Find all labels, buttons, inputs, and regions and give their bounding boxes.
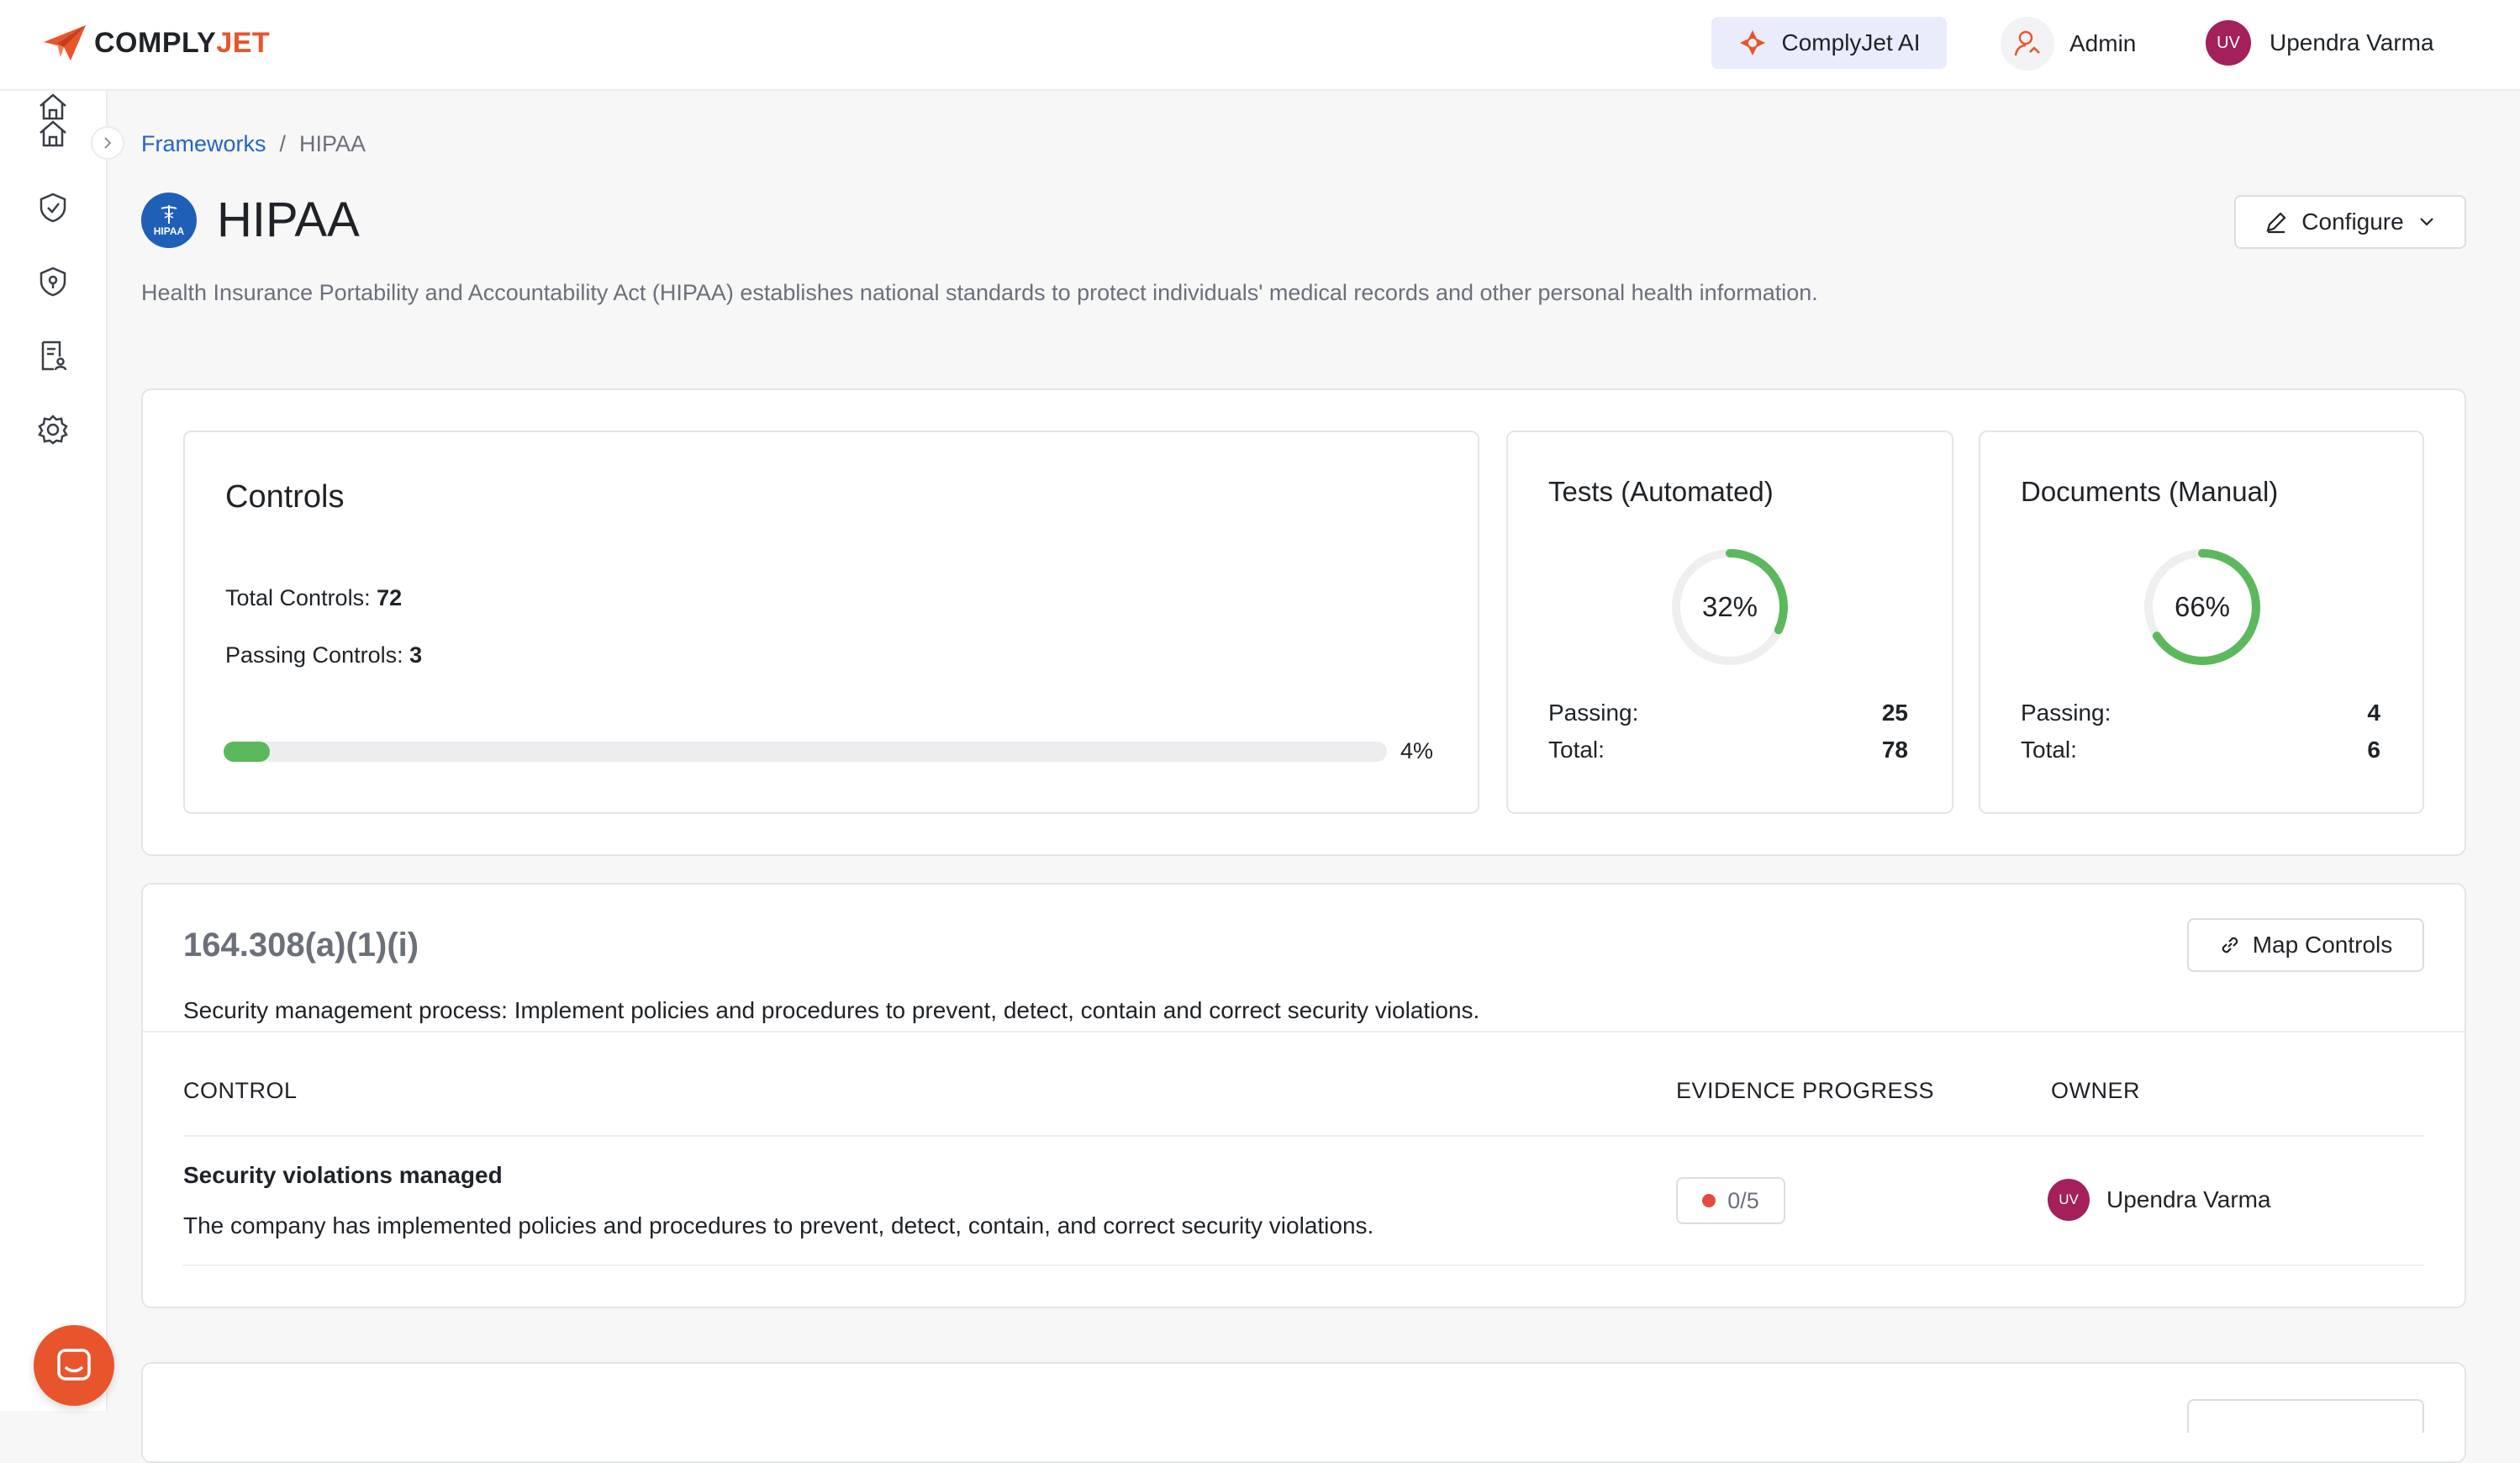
caduceus-icon [161,204,177,224]
map-controls-button[interactable]: Map Controls [2187,918,2424,972]
table-header-divider [183,1135,2424,1137]
controls-progress-fill [224,742,271,762]
hipaa-badge: HIPAA [141,192,197,248]
chevron-down-icon [2419,218,2433,226]
admin-menu[interactable]: Admin [2001,17,2136,71]
total-controls: Total Controls: 72 [225,585,403,610]
link-icon [2222,937,2238,953]
tests-progress-ring: 32% [1668,545,1792,669]
documents-passing-row: Passing: 4 [2021,700,2380,726]
hipaa-badge-text: HIPAA [153,224,185,237]
user-menu[interactable]: UV Upendra Varma [2206,20,2434,66]
tests-total-row: Total: 78 [1548,737,1908,763]
status-dot [1702,1194,1716,1207]
breadcrumb: Frameworks / HIPAA [141,131,366,157]
breadcrumb-separator: / [279,131,287,156]
chat-support-button[interactable] [34,1325,114,1406]
breadcrumb-current: HIPAA [299,131,366,156]
top-bar: COMPLYJET ComplyJet AI Admin UV Upendra … [0,0,2520,91]
breadcrumb-frameworks-link[interactable]: Frameworks [141,131,266,157]
next-map-controls-button[interactable] [2187,1399,2424,1433]
controls-progress-bar [224,742,1387,762]
paper-plane-icon [44,25,86,61]
tests-passing-row: Passing: 25 [1548,700,1908,726]
control-owner[interactable]: UV Upendra Varma [2048,1179,2271,1221]
controls-heading: Controls [225,479,345,515]
complyjet-ai-button[interactable]: ComplyJet AI [1711,17,1947,69]
page-title: HIPAA [217,193,360,247]
documents-progress-ring: 66% [2140,545,2264,669]
tests-percent: 32% [1701,591,1758,622]
passing-controls: Passing Controls: 3 [225,642,423,668]
framework-description: Health Insurance Portability and Account… [141,280,1818,305]
admin-label: Admin [2069,30,2137,56]
controls-progress-percent: 4% [1400,738,1434,763]
documents-heading: Documents (Manual) [2021,476,2279,507]
requirement-id: 164.308(a)(1)(i) [183,927,419,964]
evidence-progress-value: 0/5 [1727,1187,1759,1213]
owner-avatar: UV [2048,1179,2090,1221]
control-title[interactable]: Security violations managed [183,1162,503,1189]
logo-text: COMPLYJET [94,26,271,59]
map-controls-label: Map Controls [2252,932,2393,958]
next-requirement-card [141,1362,2466,1463]
app-logo[interactable]: COMPLYJET [42,24,270,62]
table-row-divider [183,1265,2424,1266]
shield-check-icon[interactable] [37,192,69,224]
column-header-evidence: EVIDENCE PROGRESS [1676,1078,1935,1103]
owner-name: Upendra Varma [2106,1186,2271,1212]
documents-percent: 66% [2174,591,2231,622]
user-name: Upendra Varma [2270,29,2434,55]
user-admin-icon [2014,30,2040,56]
pencil-icon [2266,212,2286,234]
gear-icon[interactable] [37,414,69,446]
user-avatar: UV [2206,20,2251,66]
sidebar-collapse-button[interactable] [91,126,124,160]
home-icon[interactable] [37,118,69,150]
documents-total-row: Total: 6 [2021,737,2380,763]
sparkle-icon [1739,30,1765,55]
shield-lock-icon[interactable] [37,266,69,298]
document-user-icon[interactable] [37,340,69,372]
control-description: The company has implemented policies and… [183,1212,1374,1239]
requirement-description: Security management process: Implement p… [183,997,1480,1023]
column-header-control: CONTROL [183,1078,298,1103]
configure-button[interactable]: Configure [2234,195,2466,249]
admin-avatar [2001,17,2054,71]
ai-button-label: ComplyJet AI [1781,29,1921,55]
chat-icon [57,1349,91,1381]
column-header-owner: OWNER [2051,1078,2140,1103]
configure-label: Configure [2301,209,2404,235]
evidence-progress-badge[interactable]: 0/5 [1676,1177,1785,1224]
chevron-right-icon [104,137,112,149]
framework-header: HIPAA HIPAA [141,192,360,248]
tests-heading: Tests (Automated) [1548,476,1774,507]
section-divider [143,1031,2465,1033]
